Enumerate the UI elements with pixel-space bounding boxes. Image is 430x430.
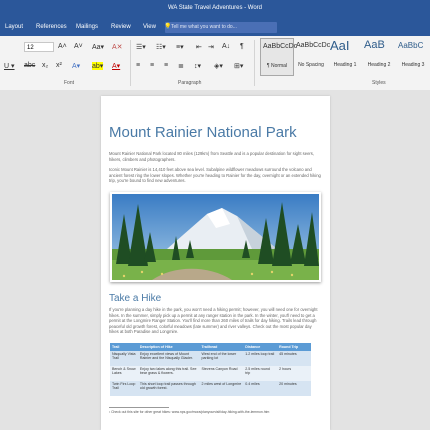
mountain-photo[interactable] bbox=[110, 192, 321, 282]
show-marks-icon[interactable]: ¶ bbox=[240, 43, 244, 50]
style-name: No Spacing bbox=[298, 62, 324, 68]
table-cell: Nisqually Vista Trail bbox=[110, 351, 138, 366]
shading-icon[interactable]: ◈▾ bbox=[214, 62, 223, 70]
table-cell: Stevens Canyon Road bbox=[199, 366, 244, 381]
style-preview: AaI bbox=[330, 38, 350, 53]
style-heading-1[interactable]: AaI Heading 1 bbox=[328, 38, 362, 76]
table-header: Description of Hike bbox=[137, 343, 200, 351]
table-cell: 0.4 miles bbox=[243, 381, 278, 396]
underline-icon[interactable]: U ▾ bbox=[4, 62, 15, 70]
divider bbox=[130, 40, 131, 86]
style-name: Heading 1 bbox=[333, 62, 357, 68]
style-preview: AaBbCcDc bbox=[263, 43, 298, 50]
ribbon: 12 A˄ A˅ Aa▾ A✕ U ▾ abc x₂ x² A▾ ab▾ A▾ … bbox=[0, 36, 430, 91]
table-cell: 1.2 miles loop trail bbox=[243, 351, 278, 366]
tell-me-placeholder: Tell me what you want to do... bbox=[171, 24, 237, 30]
tab-layout[interactable]: Layout bbox=[5, 24, 23, 30]
increase-indent-icon[interactable]: ⇥ bbox=[208, 43, 214, 51]
line-spacing-icon[interactable]: ↕▾ bbox=[194, 62, 201, 70]
style-name: Heading 2 bbox=[367, 62, 391, 68]
decrease-indent-icon[interactable]: ⇤ bbox=[196, 43, 202, 51]
style-name: ¶ Normal bbox=[266, 63, 288, 69]
align-center-icon[interactable]: ≡ bbox=[150, 62, 154, 69]
style-preview: AaB bbox=[364, 39, 385, 51]
styles-group-label: Styles bbox=[372, 80, 386, 86]
table-cell: 20 minutes bbox=[277, 381, 311, 396]
style-normal[interactable]: AaBbCcDc ¶ Normal bbox=[260, 38, 298, 76]
ribbon-tabs: Layout References Mailings Review View 💡… bbox=[0, 20, 430, 36]
table-header: Trail bbox=[110, 343, 138, 351]
window-title: WA State Travel Adventures - Word bbox=[167, 5, 263, 11]
document-title: Mount Rainier National Park bbox=[109, 124, 297, 141]
justify-icon[interactable]: ≣ bbox=[178, 62, 184, 70]
tab-review[interactable]: Review bbox=[111, 24, 131, 30]
style-preview: AaBbCcDc bbox=[296, 42, 331, 49]
section-heading: Take a Hike bbox=[109, 293, 162, 304]
style-preview: AaBbC bbox=[398, 41, 424, 50]
document-area[interactable]: Mount Rainier National Park Mount Rainie… bbox=[0, 90, 430, 430]
table-cell: Enjoy two lakes along this trail. See be… bbox=[137, 366, 200, 381]
paragraph-intro: Mount Rainier National Park located 80 m… bbox=[109, 151, 315, 162]
table-cell: 2 hours bbox=[277, 366, 311, 381]
table-cell: Bench & Snow Lakes bbox=[110, 366, 138, 381]
mount-rainier-image bbox=[112, 194, 319, 280]
footnote: ¹ Check out this site for other great hi… bbox=[109, 410, 270, 414]
sort-icon[interactable]: A↓ bbox=[222, 43, 230, 50]
superscript-icon[interactable]: x² bbox=[56, 62, 62, 69]
table-cell: This short loop trail passes through old… bbox=[137, 381, 200, 396]
font-group-label: Font bbox=[64, 80, 75, 86]
styles-gallery: AaBbCcDc ¶ Normal AaBbCcDc No Spacing Aa… bbox=[258, 38, 430, 78]
style-name: Heading 3 bbox=[401, 62, 425, 68]
tab-mailings[interactable]: Mailings bbox=[76, 24, 98, 30]
table-cell: Enjoy excellent views of Mount Rainier a… bbox=[137, 351, 200, 366]
style-heading-2[interactable]: AaB Heading 2 bbox=[362, 38, 396, 76]
table-header: Round Trip bbox=[277, 343, 311, 351]
table-header-row: Trail Description of Hike Trailhead Dist… bbox=[110, 343, 311, 351]
table-row: Twin Firs Loop Trail This short loop tra… bbox=[110, 381, 311, 396]
multilevel-list-icon[interactable]: ≡▾ bbox=[176, 43, 184, 51]
shrink-font-icon[interactable]: A˅ bbox=[74, 43, 83, 50]
tab-references[interactable]: References bbox=[36, 24, 67, 30]
numbering-icon[interactable]: ☷▾ bbox=[156, 43, 166, 51]
tell-me-box[interactable]: 💡 Tell me what you want to do... bbox=[164, 22, 277, 33]
table-row: Bench & Snow Lakes Enjoy two lakes along… bbox=[110, 366, 311, 381]
paragraph-rainier: Iconic Mount Rainier is 14,410 feet abov… bbox=[109, 167, 321, 184]
table-cell: 2.5 miles round trip bbox=[243, 366, 278, 381]
table-cell: 45 minutes bbox=[277, 351, 311, 366]
paragraph-hike: If you're planning a day hike in the par… bbox=[109, 307, 318, 335]
font-size-box[interactable]: 12 bbox=[24, 42, 54, 52]
style-heading-3[interactable]: AaBbC Heading 3 bbox=[396, 38, 430, 76]
table-header: Trailhead bbox=[199, 343, 244, 351]
divider bbox=[254, 40, 255, 86]
clear-formatting-icon[interactable]: A✕ bbox=[112, 43, 123, 51]
title-bar: WA State Travel Adventures - Word bbox=[0, 0, 430, 20]
text-effects-icon[interactable]: A▾ bbox=[72, 62, 80, 70]
table-cell: West end of the lower parking lot bbox=[199, 351, 244, 366]
highlight-icon[interactable]: ab▾ bbox=[92, 62, 104, 70]
table-cell: 2 miles west of Longmire bbox=[199, 381, 244, 396]
footnote-separator bbox=[109, 407, 169, 408]
borders-icon[interactable]: ⊞▾ bbox=[234, 62, 243, 70]
paragraph-group-label: Paragraph bbox=[178, 80, 202, 86]
style-no-spacing[interactable]: AaBbCcDc No Spacing bbox=[294, 38, 331, 76]
subscript-icon[interactable]: x₂ bbox=[42, 62, 48, 69]
table-cell: Twin Firs Loop Trail bbox=[110, 381, 138, 396]
tab-view[interactable]: View bbox=[143, 24, 156, 30]
trails-table[interactable]: Trail Description of Hike Trailhead Dist… bbox=[110, 343, 311, 396]
grow-font-icon[interactable]: A˄ bbox=[58, 43, 67, 50]
change-case-icon[interactable]: Aa▾ bbox=[92, 43, 104, 51]
table-row: Nisqually Vista Trail Enjoy excellent vi… bbox=[110, 351, 311, 366]
font-color-icon[interactable]: A▾ bbox=[112, 62, 120, 70]
document-page[interactable]: Mount Rainier National Park Mount Rainie… bbox=[101, 96, 330, 430]
bullets-icon[interactable]: ☰▾ bbox=[136, 43, 146, 51]
strikethrough-icon[interactable]: abc bbox=[24, 62, 35, 69]
table-header: Distance bbox=[243, 343, 278, 351]
align-left-icon[interactable]: ≡ bbox=[136, 62, 140, 69]
lightbulb-icon: 💡 bbox=[164, 24, 172, 30]
align-right-icon[interactable]: ≡ bbox=[164, 62, 168, 69]
